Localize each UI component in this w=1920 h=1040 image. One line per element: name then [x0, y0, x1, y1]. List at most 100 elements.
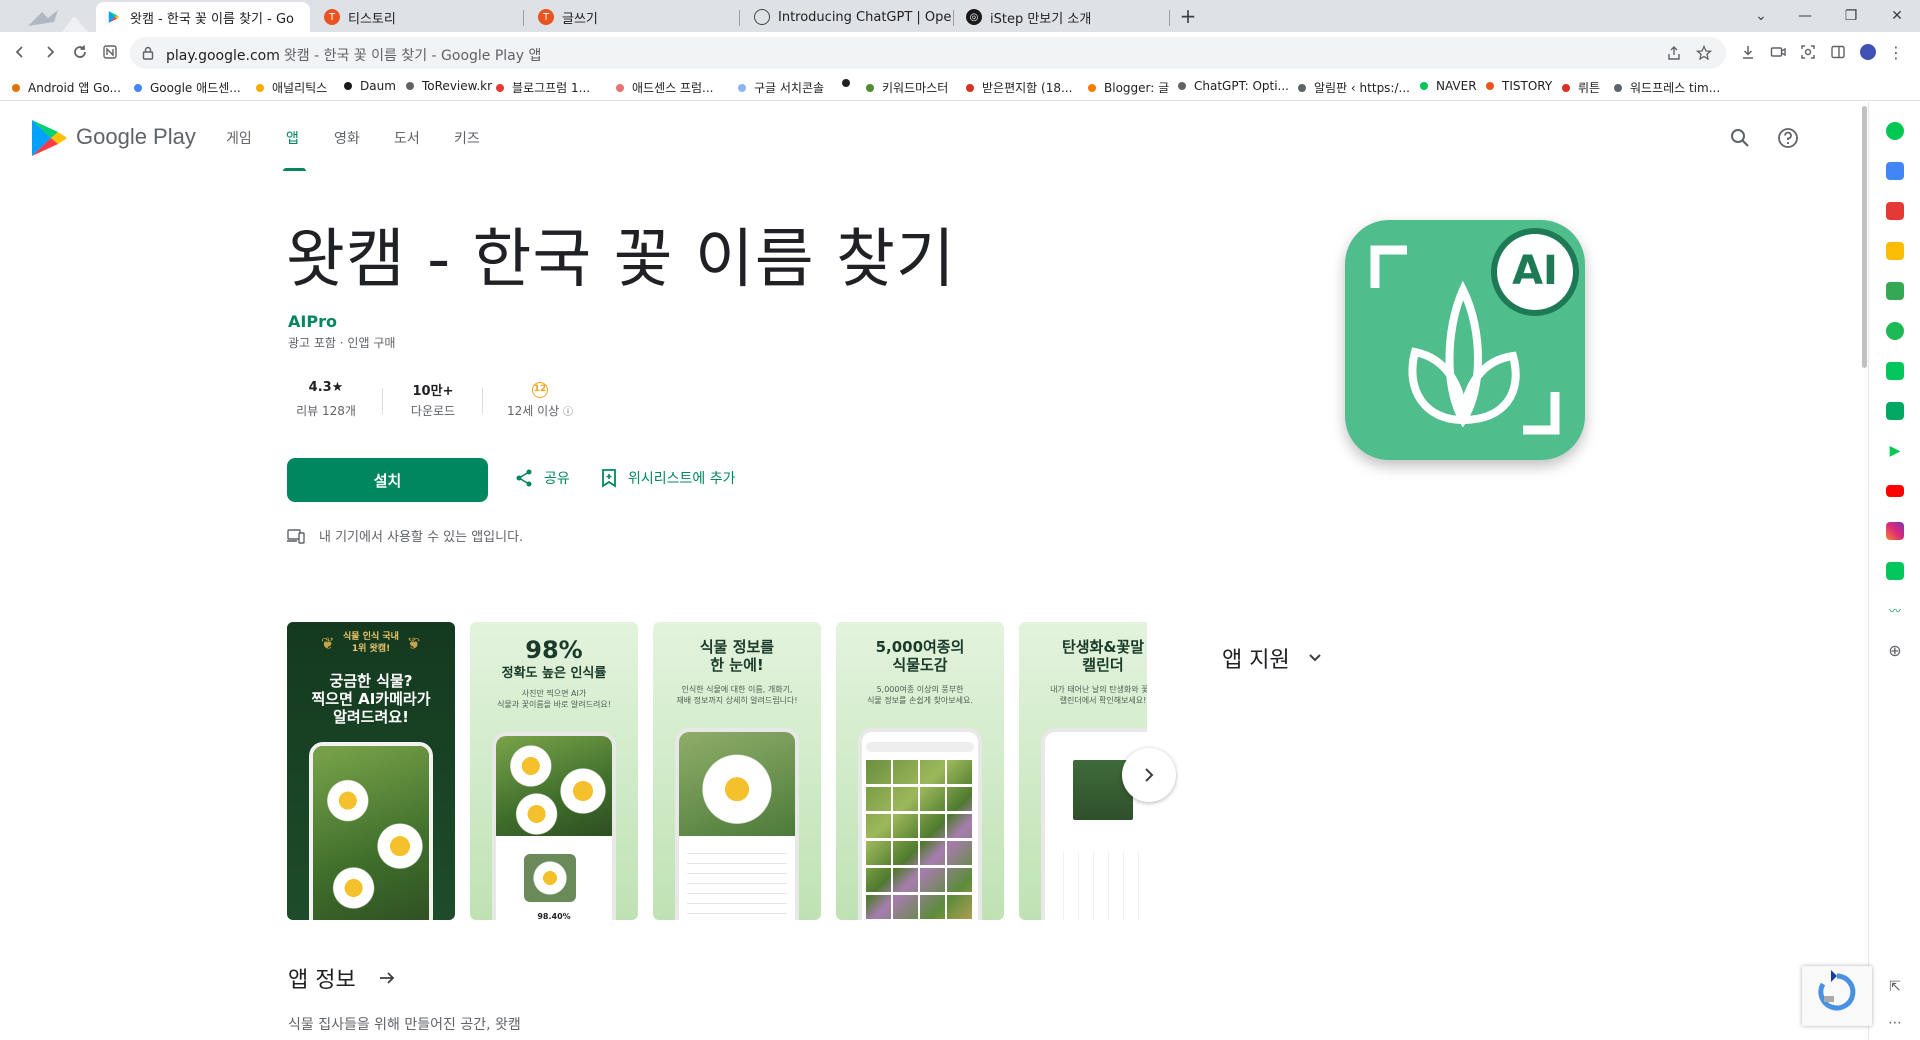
bird-logo-icon — [14, 4, 88, 32]
tab-tistory[interactable]: T 티스토리 — [314, 2, 524, 32]
wishlist-button[interactable]: 위시리스트에 추가 — [600, 468, 736, 488]
instagram-icon[interactable] — [1886, 522, 1904, 540]
star-extension-icon[interactable] — [1886, 242, 1904, 260]
profile-avatar[interactable] — [1856, 40, 1880, 64]
share-page-icon[interactable] — [1662, 41, 1686, 65]
bookmark-item[interactable]: 구글 서치콘솔 — [738, 79, 824, 96]
close-icon[interactable]: ✕ — [1874, 0, 1920, 32]
menu-icon[interactable]: ⋮ — [1884, 40, 1908, 64]
google-extension-icon[interactable] — [1886, 282, 1904, 300]
side-panel-icon[interactable] — [1826, 40, 1850, 64]
phone-mockup: 98.40% — [492, 732, 616, 920]
open-external-icon[interactable]: ⇱ — [1886, 978, 1904, 996]
bookmark-item[interactable]: 알림판 ‹ https:/... — [1298, 79, 1410, 96]
google-play-wordmark[interactable]: Google Play — [76, 124, 196, 150]
developer-link[interactable]: AIPro — [288, 312, 337, 331]
extension-green-circle-icon[interactable] — [1886, 122, 1904, 140]
nav-kids[interactable]: 키즈 — [454, 128, 480, 148]
screenshot-item[interactable]: 5,000여종의 식물도감 5,000여종 이상의 풍부한 식물 정보를 손쉽게… — [836, 622, 1004, 920]
naver-webtoon-icon[interactable] — [1886, 362, 1904, 380]
screenshot-caption: 5,000여종의 식물도감 — [875, 638, 965, 674]
bookmark-item[interactable]: 뤼튼 — [1562, 79, 1600, 96]
back-icon[interactable] — [8, 40, 32, 64]
nav-apps[interactable]: 앱 — [286, 128, 299, 148]
site-info-icon[interactable] — [140, 45, 156, 61]
reload-icon[interactable] — [68, 40, 92, 64]
tab-title: 왓캠 - 한국 꽃 이름 찾기 - Go — [130, 11, 294, 27]
bookmark-add-icon — [602, 469, 616, 488]
flower-thumbnail — [524, 854, 576, 902]
naver-shopping-icon[interactable] — [1886, 562, 1904, 580]
google-play-logo-icon[interactable] — [30, 118, 68, 158]
accuracy-headline: 98% — [525, 636, 583, 664]
tab-search-icon[interactable]: ⌄ — [1738, 0, 1784, 32]
bookmark-item[interactable] — [842, 79, 858, 87]
bookmark-favicon-icon — [966, 83, 974, 92]
extension-chat-icon[interactable] — [1886, 162, 1904, 180]
wishlist-label: 위시리스트에 추가 — [628, 471, 736, 487]
bookmark-item[interactable]: Google 애드센... — [134, 79, 241, 96]
rating-stat[interactable]: 4.3★ 리뷰 128개 — [288, 380, 364, 419]
bookmark-favicon-icon — [866, 83, 874, 92]
more-icon[interactable]: ⋯ — [1886, 1014, 1904, 1032]
bookmark-item[interactable]: TISTORY — [1486, 79, 1552, 93]
bookmark-item[interactable]: Blogger: 글 — [1088, 79, 1169, 96]
restore-icon[interactable]: ❐ — [1828, 0, 1874, 32]
bookmark-item[interactable]: Daum — [344, 79, 396, 93]
app-support-toggle[interactable]: 앱 지원 — [1222, 642, 1324, 674]
bookmark-item[interactable]: 애널리틱스 — [256, 79, 327, 96]
address-bar[interactable]: play.google.com 왓캠 - 한국 꽃 이름 찾기 - Google … — [130, 37, 1726, 69]
info-icon[interactable]: ⓘ — [563, 407, 573, 418]
forward-icon[interactable] — [38, 40, 62, 64]
bookmark-star-icon[interactable] — [1692, 41, 1716, 65]
tab-istep[interactable]: ◎ iStep 만보기 소개 — [956, 2, 1170, 32]
bookmark-item[interactable]: Android 앱 Go... — [12, 79, 121, 96]
bookmark-item[interactable]: ChatGPT: Opti... — [1178, 79, 1289, 93]
carousel-next-button[interactable] — [1122, 748, 1176, 802]
phone-mockup — [675, 728, 799, 920]
play-store-icon[interactable]: ▶ — [1886, 442, 1904, 460]
stock-chart-icon[interactable]: 〰 — [1886, 602, 1904, 620]
screenshot-icon[interactable] — [1796, 40, 1820, 64]
share-button[interactable]: 공유 — [514, 468, 570, 488]
tab-chatgpt[interactable]: Introducing ChatGPT | OpenAI — [744, 2, 954, 32]
bookmark-item[interactable]: 워드프레스 tim... — [1614, 79, 1720, 96]
page-scrollbar[interactable] — [1862, 106, 1867, 368]
chevron-right-icon — [1145, 768, 1154, 782]
bookmark-favicon-icon — [1088, 83, 1096, 92]
help-icon[interactable] — [1774, 124, 1802, 152]
video-icon[interactable] — [1766, 40, 1790, 64]
bookmark-item[interactable]: 키워드마스터 — [866, 79, 948, 96]
screenshot-item[interactable]: 98% 정확도 높은 인식률 사진만 찍으면 AI가 식물과 꽃이름을 바로 알… — [470, 622, 638, 920]
pocket-icon[interactable] — [1886, 202, 1904, 220]
search-icon[interactable] — [1726, 124, 1754, 152]
add-icon[interactable]: ⊕ — [1886, 642, 1904, 660]
age-rating-badge: 12 — [502, 380, 578, 398]
nav-books[interactable]: 도서 — [394, 128, 420, 148]
youtube-icon[interactable] — [1886, 485, 1904, 497]
extension-n-icon[interactable] — [98, 40, 122, 64]
play-circle-icon[interactable] — [1886, 322, 1904, 340]
bookmark-label: 애널리틱스 — [272, 81, 328, 95]
content-rating-stat[interactable]: 12 12세 이상 ⓘ — [502, 380, 578, 419]
bookmark-item[interactable]: 받은편지함 (18... — [966, 79, 1072, 96]
about-app-heading[interactable]: 앱 정보 — [288, 962, 396, 994]
tab-write[interactable]: T 글쓰기 — [528, 2, 740, 32]
new-tab-button[interactable]: + — [1176, 4, 1200, 28]
install-button[interactable]: 설치 — [287, 458, 488, 502]
nav-movies[interactable]: 영화 — [334, 128, 360, 148]
download-icon[interactable] — [1736, 40, 1760, 64]
bookmark-item[interactable]: ToReview.kr — [406, 79, 492, 93]
minimize-icon[interactable]: — — [1782, 0, 1828, 32]
tab-google-play[interactable]: 왓캠 - 한국 꽃 이름 찾기 - Go — [96, 2, 310, 32]
nav-games[interactable]: 게임 — [226, 128, 252, 148]
naver-icon[interactable] — [1886, 402, 1904, 420]
screenshot-item[interactable]: 식물 인식 국내 1위 왓캠! ❦ ❦ 궁금한 식물? 찍으면 AI카메라가 알… — [287, 622, 455, 920]
bookmark-favicon-icon — [256, 83, 264, 92]
bookmark-item[interactable]: NAVER — [1420, 79, 1477, 93]
bookmark-item[interactable]: 블로그프럼 1... — [496, 79, 590, 96]
screenshot-item[interactable]: 식물 정보를 한 눈에! 인식한 식물에 대한 이름, 개화기, 재배 정보까지… — [653, 622, 821, 920]
openai-icon — [754, 9, 770, 25]
screenshot-subcaption: 인식한 식물에 대한 이름, 개화기, 재배 정보까지 상세히 알려드립니다! — [676, 685, 798, 706]
bookmark-item[interactable]: 애드센스 프럼... — [616, 79, 714, 96]
